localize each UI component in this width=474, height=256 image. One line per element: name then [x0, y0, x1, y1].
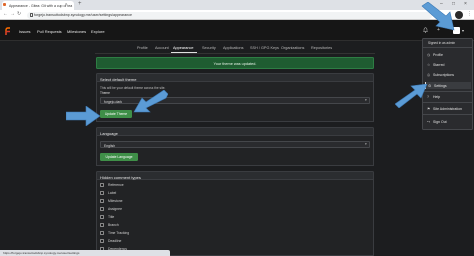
checkbox-box[interactable] — [100, 215, 104, 220]
lock-icon — [30, 13, 33, 17]
checkbox-label[interactable]: Label — [100, 191, 116, 198]
user-menu-chevron-down-icon[interactable]: ▾ — [462, 28, 464, 33]
success-flash-message: Your theme was updated. — [96, 57, 374, 69]
signed-in-as-label: Signed in as admin — [428, 41, 456, 45]
tab-organizations[interactable]: Organizations — [281, 46, 304, 50]
annotation-arrow-avatar — [421, 2, 455, 31]
new-tab-button[interactable]: + — [78, 1, 82, 7]
checkbox-milestone[interactable]: Milestone — [100, 199, 123, 206]
tab-favicon-icon — [3, 2, 6, 6]
reload-button[interactable]: ↻ — [17, 11, 21, 17]
checkbox-assignee[interactable]: Assignee — [100, 207, 122, 214]
nav-milestones[interactable]: Milestones — [67, 29, 86, 34]
checkbox-box[interactable] — [100, 231, 104, 236]
nav-explore[interactable]: Explore — [91, 29, 105, 34]
update-theme-button[interactable]: Update Theme — [100, 110, 132, 118]
forward-button[interactable]: → — [10, 11, 15, 17]
star-icon: ☆ — [427, 62, 431, 67]
checkbox-box[interactable] — [100, 207, 104, 212]
theme-select-value: forgejo-dark — [104, 99, 123, 104]
screen: Appearance - Gitea: Git with a cup of te… — [0, 0, 474, 256]
tab-account[interactable]: Account — [155, 46, 169, 50]
theme-chevron-down-icon[interactable]: ▾ — [365, 98, 367, 102]
checkbox-time-tracking[interactable]: Time Tracking — [100, 231, 129, 238]
tab-ssh-gpg-keys[interactable]: SSH / GPG Keys — [250, 46, 279, 50]
browser-menu-icon[interactable]: ⋮ — [467, 11, 472, 17]
menu-divider — [423, 91, 472, 92]
address-text: forgejo.transuttodsbnp.synology.me/user/… — [34, 13, 133, 17]
tabs-divider — [95, 53, 375, 54]
subscriptions-icon: ◎ — [427, 72, 431, 77]
nav-pull-requests[interactable]: Pull Requests — [37, 29, 62, 34]
checkbox-box[interactable] — [100, 199, 104, 204]
checkbox-deadline[interactable]: Deadline — [100, 239, 121, 246]
active-tab-indicator — [171, 52, 197, 53]
checkbox-branch[interactable]: Branch — [100, 223, 119, 230]
menu-divider — [423, 114, 472, 115]
tab-title: Appearance - Gitea: Git with a cup of te… — [9, 3, 73, 8]
hidden-comment-types-header: Hidden comment types — [96, 171, 374, 180]
language-select[interactable]: English — [100, 141, 370, 148]
checkbox-box[interactable] — [100, 191, 104, 196]
hidden-comment-types-body — [96, 180, 374, 256]
menu-item-profile[interactable]: ◷ Profile — [425, 51, 471, 58]
menu-item-help[interactable]: ? Help — [425, 93, 471, 100]
checkbox-box[interactable] — [100, 223, 104, 228]
menu-item-settings[interactable]: ⚙ Settings — [425, 82, 471, 89]
tab-applications[interactable]: Applications — [223, 46, 243, 50]
tab-repositories[interactable]: Repositories — [311, 46, 332, 50]
menu-divider — [423, 47, 472, 48]
tab-appearance[interactable]: Appearance — [173, 46, 193, 50]
checkbox-box[interactable] — [100, 183, 104, 188]
annotation-arrow-theme-select — [133, 90, 168, 113]
browser-tab[interactable]: Appearance - Gitea: Git with a cup of te… — [2, 1, 74, 10]
forgejo-logo-icon[interactable] — [5, 27, 11, 35]
annotation-arrow-settings — [395, 84, 428, 108]
menu-item-site-administration[interactable]: ⚑ Site Administration — [425, 105, 471, 112]
theme-section-header: Select default theme — [96, 73, 374, 82]
menu-item-sign-out[interactable]: ↪ Sign Out — [425, 118, 471, 125]
browser-status-url: https://forgejo.transuttodsbnp.synology.… — [0, 250, 170, 256]
menu-divider — [423, 102, 472, 103]
profile-icon: ◷ — [427, 52, 431, 57]
tab-security[interactable]: Security — [202, 46, 216, 50]
checkbox-box[interactable] — [100, 239, 104, 244]
address-bar[interactable]: forgejo.transuttodsbnp.synology.me/user/… — [27, 11, 432, 19]
checkbox-reference[interactable]: Reference — [100, 183, 124, 190]
back-button[interactable]: ← — [3, 11, 8, 17]
tab-profile[interactable]: Profile — [137, 46, 148, 50]
nav-issues[interactable]: Issues — [19, 29, 31, 34]
checkbox-title[interactable]: Title — [100, 215, 114, 222]
annotation-arrow-update-button — [66, 106, 100, 126]
language-chevron-down-icon[interactable]: ▾ — [365, 142, 367, 146]
window-close-button[interactable]: × — [464, 1, 467, 7]
sign-out-icon: ↪ — [427, 119, 431, 124]
language-select-value: English — [104, 143, 116, 148]
tab-close-icon[interactable]: × — [65, 1, 67, 6]
update-language-button[interactable]: Update Language — [100, 153, 138, 161]
menu-item-starred[interactable]: ☆ Starred — [425, 61, 471, 68]
menu-item-subscriptions[interactable]: ◎ Subscriptions — [425, 71, 471, 78]
theme-label: Theme — [100, 91, 110, 95]
language-section-header: Language — [96, 127, 374, 136]
